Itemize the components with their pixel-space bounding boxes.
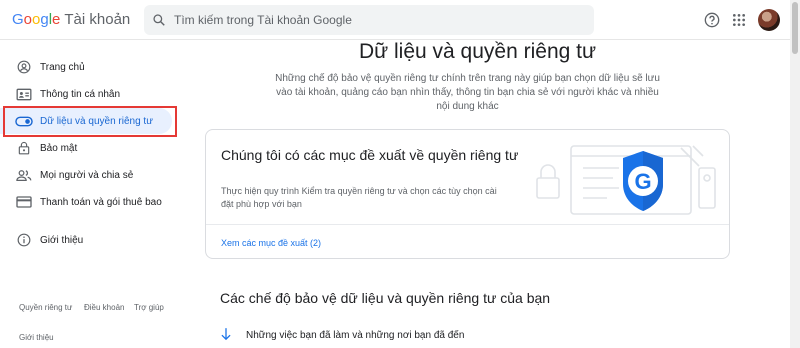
home-icon xyxy=(14,60,34,74)
people-icon xyxy=(14,168,34,182)
card-title: Chúng tôi có các mục đề xuất về quyền ri… xyxy=(221,147,519,163)
arrow-down-icon xyxy=(220,327,236,344)
footer-link-help[interactable]: Trợ giúp xyxy=(134,303,164,312)
google-account-logo[interactable]: Google Tài khoản xyxy=(12,11,130,28)
sidebar-item-payments[interactable]: Thanh toán và gói thuê bao xyxy=(0,189,178,215)
logo-letter: e xyxy=(52,11,61,28)
apps-icon[interactable] xyxy=(729,10,749,30)
page-description: Những chế độ bảo vệ quyền riêng tư chính… xyxy=(275,73,660,112)
logo-letter: G xyxy=(12,11,24,28)
search-input[interactable] xyxy=(174,13,574,27)
top-bar: Google Tài khoản xyxy=(0,0,790,40)
sidebar-item-label: Mọi người và chia sẻ xyxy=(40,169,134,181)
footer-link-about[interactable]: Giới thiệu xyxy=(19,333,54,342)
view-suggestions-link[interactable]: Xem các mục đề xuất (2) xyxy=(221,238,321,248)
privacy-checkup-illustration: G xyxy=(536,145,716,215)
sidebar-item-home[interactable]: Trang chủ xyxy=(0,54,178,80)
sidebar-item-label: Bảo mật xyxy=(40,142,78,154)
page-title: Dữ liệu và quyền riêng tư xyxy=(358,40,597,63)
sidebar-item-label: Thông tin cá nhân xyxy=(40,88,121,100)
activity-list-label: Những việc bạn đã làm và những nơi bạn đ… xyxy=(246,330,465,341)
page: GoogleTài khoản Trang chủ Thô xyxy=(0,0,800,348)
card-divider xyxy=(206,224,729,225)
logo-letter: o xyxy=(23,11,33,28)
info-icon xyxy=(14,233,34,247)
product-name: Tài khoản xyxy=(64,11,131,28)
sidebar: Trang chủ Thông tin cá nhân Dữ liệu và q… xyxy=(0,41,190,348)
scrollbar[interactable] xyxy=(790,0,800,348)
sidebar-item-label: Trang chủ xyxy=(40,61,85,73)
sidebar-item-label: Giới thiệu xyxy=(40,234,84,246)
activity-list-item[interactable]: Những việc bạn đã làm và những nơi bạn đ… xyxy=(220,327,464,344)
section-title: Các chế độ bảo vệ dữ liệu và quyền riêng… xyxy=(220,290,551,306)
card-icon xyxy=(14,195,34,209)
scrollbar-thumb[interactable] xyxy=(792,2,798,54)
sidebar-item-security[interactable]: Bảo mật xyxy=(0,135,178,161)
sidebar-item-personal-info[interactable]: Thông tin cá nhân xyxy=(0,81,178,107)
sidebar-item-about[interactable]: Giới thiệu xyxy=(0,227,178,253)
card-description: Thực hiện quy trình Kiểm tra quyền riêng… xyxy=(221,186,497,209)
lock-icon xyxy=(14,141,34,155)
footer-link-privacy[interactable]: Quyền riêng tư xyxy=(19,303,72,312)
logo-letter: g xyxy=(40,11,49,28)
sidebar-item-people-sharing[interactable]: Mọi người và chia sẻ xyxy=(0,162,178,188)
search-icon[interactable] xyxy=(144,13,174,27)
privacy-suggestions-card: Chúng tôi có các mục đề xuất về quyền ri… xyxy=(205,129,730,259)
footer-link-terms[interactable]: Điều khoản xyxy=(84,303,124,312)
svg-text:G: G xyxy=(634,169,651,194)
id-card-icon xyxy=(14,87,34,101)
sidebar-item-label: Thanh toán và gói thuê bao xyxy=(40,196,162,208)
help-icon[interactable] xyxy=(702,10,722,30)
avatar[interactable] xyxy=(758,9,780,31)
search-bar[interactable] xyxy=(144,5,594,35)
highlight-box xyxy=(3,106,177,137)
